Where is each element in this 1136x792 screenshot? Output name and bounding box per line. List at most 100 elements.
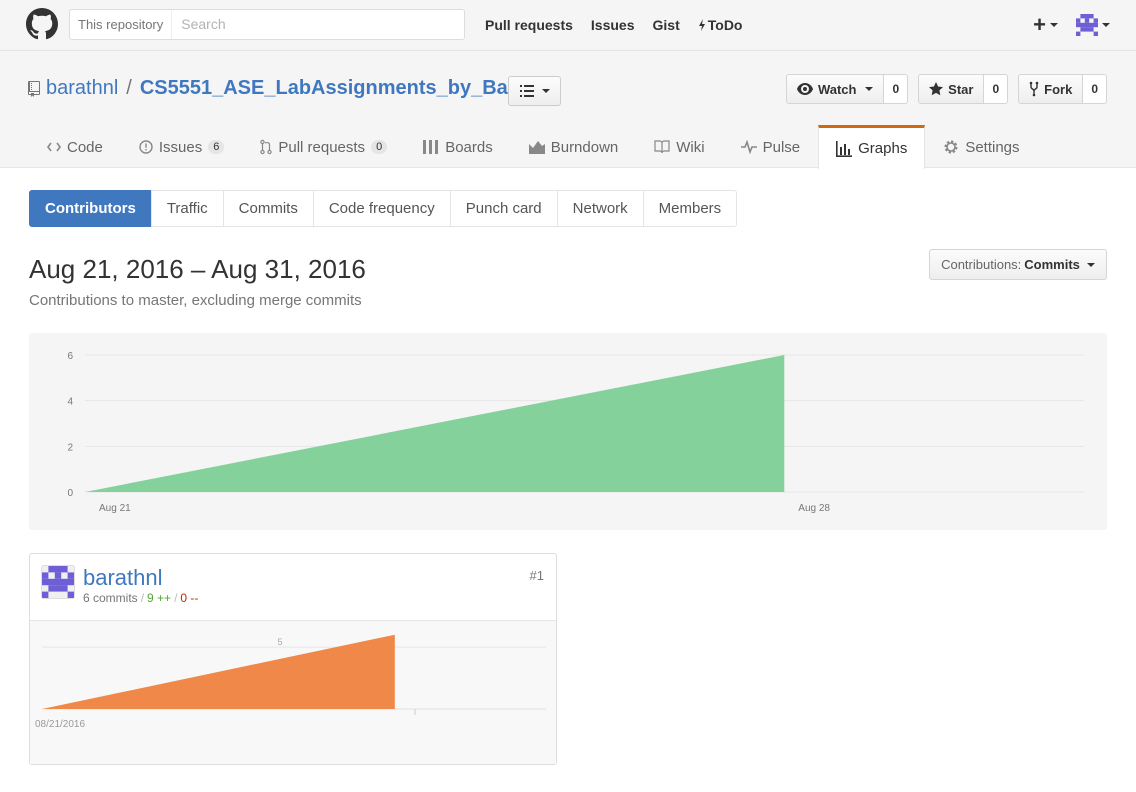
x-tick-label: Aug 21 bbox=[99, 503, 131, 514]
contributions-chart-svg: 0 2 4 6 Aug 21 Aug 28 bbox=[67, 351, 1084, 514]
nav-todo-label: ToDo bbox=[707, 17, 743, 33]
identicon-icon bbox=[42, 566, 74, 598]
lightning-icon bbox=[698, 19, 705, 31]
y-tick-label: 6 bbox=[67, 351, 73, 362]
code-icon bbox=[47, 142, 61, 152]
subnav-traffic[interactable]: Traffic bbox=[150, 190, 224, 227]
tab-boards-label: Boards bbox=[445, 138, 493, 156]
contributor-stats: 6 commits / 9 ++ / 0 -- bbox=[83, 591, 198, 605]
tab-pulse[interactable]: Pulse bbox=[723, 125, 819, 168]
star-button[interactable]: Star bbox=[918, 74, 985, 104]
contributions-prefix: Contributions: bbox=[941, 257, 1022, 272]
search-scope-label: This repository bbox=[70, 10, 173, 39]
repo-owner-link[interactable]: barathnl bbox=[46, 77, 118, 100]
subnav-code-frequency[interactable]: Code frequency bbox=[312, 190, 451, 227]
repository-header: barathnl / CS5551_ASE_LabAssignments_by_… bbox=[0, 51, 1136, 169]
commits-count-link[interactable]: 6 commits bbox=[83, 591, 138, 605]
tab-boards[interactable]: Boards bbox=[405, 125, 511, 168]
boards-icon bbox=[423, 140, 439, 154]
contributor-card: barathnl 6 commits / 9 ++ / 0 -- #1 5 08/… bbox=[29, 553, 557, 765]
burndown-icon bbox=[528, 141, 545, 154]
chevron-down-icon bbox=[1050, 23, 1058, 27]
chevron-down-icon bbox=[865, 87, 874, 91]
search-box[interactable]: This repository Search bbox=[69, 9, 465, 40]
tab-burndown-label: Burndown bbox=[550, 138, 619, 156]
nav-pull-requests[interactable]: Pull requests bbox=[485, 17, 573, 33]
graph-icon bbox=[836, 140, 853, 157]
avatar bbox=[1076, 14, 1098, 36]
y-tick-label: 2 bbox=[67, 442, 73, 453]
tab-issues-label: Issues bbox=[158, 138, 203, 156]
tab-graphs-label: Graphs bbox=[858, 140, 908, 157]
watch-button[interactable]: Watch bbox=[785, 74, 885, 104]
chevron-down-icon bbox=[541, 89, 550, 93]
y-tick-label: 4 bbox=[67, 397, 73, 408]
tab-wiki[interactable]: Wiki bbox=[636, 125, 722, 168]
y-tick-label: 5 bbox=[277, 637, 282, 647]
additions-count: 9 ++ bbox=[147, 591, 172, 605]
subnav-contributors[interactable]: Contributors bbox=[29, 190, 152, 227]
github-logo-icon[interactable] bbox=[26, 8, 58, 40]
wiki-icon bbox=[654, 140, 670, 154]
contributions-type-dropdown[interactable]: Contributions: Commits bbox=[929, 249, 1107, 280]
repo-menu-button[interactable] bbox=[508, 76, 561, 106]
star-label: Star bbox=[948, 81, 974, 97]
repo-name-link[interactable]: CS5551_ASE_LabAssignments_by_Barath bbox=[140, 77, 546, 100]
graphs-subnav: Contributors Traffic Commits Code freque… bbox=[29, 190, 738, 227]
pull-request-icon bbox=[260, 139, 273, 155]
subnav-commits[interactable]: Commits bbox=[222, 190, 314, 227]
watch-label: Watch bbox=[817, 81, 857, 97]
watch-count[interactable]: 0 bbox=[884, 74, 909, 104]
contributor-chart-svg: 5 08/21/2016 bbox=[35, 634, 546, 730]
tab-settings[interactable]: Settings bbox=[925, 125, 1037, 168]
nav-todo[interactable]: ToDo bbox=[698, 17, 743, 33]
contributor-rank: #1 bbox=[529, 568, 544, 583]
subnav-members[interactable]: Members bbox=[642, 190, 738, 227]
user-menu-dropdown[interactable] bbox=[1076, 14, 1110, 36]
search-input[interactable]: Search bbox=[172, 10, 464, 39]
chevron-down-icon bbox=[1086, 262, 1095, 267]
contributions-value: Commits bbox=[1024, 257, 1080, 272]
fork-label: Fork bbox=[1044, 81, 1073, 97]
x-tick-label: Aug 28 bbox=[798, 503, 830, 514]
fork-count[interactable]: 0 bbox=[1083, 74, 1107, 104]
nav-issues[interactable]: Issues bbox=[591, 17, 635, 33]
site-header: This repository Search Pull requests Iss… bbox=[0, 0, 1136, 51]
tab-pull-requests[interactable]: Pull requests 0 bbox=[242, 125, 405, 168]
commits-area bbox=[85, 355, 785, 492]
repo-title: barathnl / CS5551_ASE_LabAssignments_by_… bbox=[28, 77, 546, 100]
tab-issues[interactable]: Issues 6 bbox=[121, 125, 242, 168]
watch-group: Watch 0 bbox=[785, 74, 909, 104]
star-group: Star 0 bbox=[918, 74, 1009, 104]
subnav-network[interactable]: Network bbox=[556, 190, 644, 227]
fork-group: Fork 0 bbox=[1018, 74, 1107, 104]
plus-icon: + bbox=[1033, 12, 1046, 37]
tab-code[interactable]: Code bbox=[29, 125, 121, 168]
repo-actions: Watch 0 Star 0 Fork 0 bbox=[785, 74, 1107, 104]
avatar[interactable] bbox=[41, 565, 75, 599]
chevron-down-icon bbox=[1102, 23, 1110, 27]
create-new-dropdown[interactable]: + bbox=[1033, 12, 1058, 38]
tab-burndown[interactable]: Burndown bbox=[511, 125, 637, 168]
tab-pulse-label: Pulse bbox=[762, 138, 801, 156]
date-range-subtitle: Contributions to master, excluding merge… bbox=[29, 292, 362, 309]
tab-graphs[interactable]: Graphs bbox=[818, 125, 926, 169]
nav-gist[interactable]: Gist bbox=[653, 17, 680, 33]
contributions-chart: 0 2 4 6 Aug 21 Aug 28 bbox=[29, 333, 1107, 530]
tab-code-label: Code bbox=[67, 138, 103, 156]
list-icon bbox=[519, 85, 534, 97]
deletions-count: 0 -- bbox=[180, 591, 199, 605]
star-count[interactable]: 0 bbox=[984, 74, 1009, 104]
repo-icon bbox=[28, 80, 40, 97]
stats-separator: / bbox=[174, 591, 178, 605]
user-commits-area bbox=[42, 634, 395, 709]
issue-icon bbox=[139, 140, 153, 154]
stats-separator: / bbox=[140, 591, 145, 605]
contributor-username-link[interactable]: barathnl bbox=[83, 565, 163, 591]
subnav-punch-card[interactable]: Punch card bbox=[449, 190, 558, 227]
fork-button[interactable]: Fork bbox=[1018, 74, 1084, 104]
star-icon bbox=[929, 82, 944, 96]
repo-tabs: Code Issues 6 Pull requests 0 Boards Bur… bbox=[29, 125, 1038, 169]
tab-pull-requests-label: Pull requests bbox=[278, 138, 366, 156]
pull-requests-count-badge: 0 bbox=[371, 140, 388, 154]
